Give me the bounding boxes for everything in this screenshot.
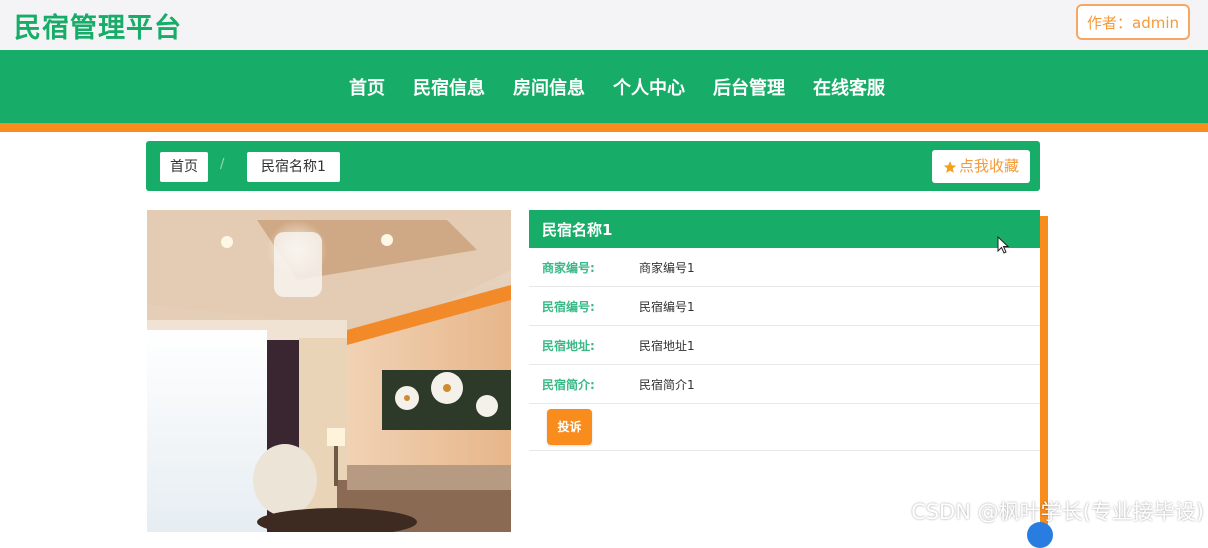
nav-item-personal-center[interactable]: 个人中心 <box>613 74 685 100</box>
row-label-address: 民宿地址: <box>542 338 595 353</box>
detail-title: 民宿名称1 <box>529 210 1040 248</box>
detail-row: 民宿简介: 民宿简介1 <box>529 365 1040 404</box>
watermark: CSDN @枫叶学长(专业接毕设) <box>911 500 1204 524</box>
complain-button[interactable]: 投诉 <box>547 409 592 445</box>
top-bar: 民宿管理平台 作者：admin <box>0 0 1208 50</box>
main-nav: 首页 民宿信息 房间信息 个人中心 后台管理 在线客服 <box>0 50 1208 123</box>
brand-title: 民宿管理平台 <box>14 13 182 44</box>
breadcrumb-separator: / <box>220 157 225 172</box>
star-icon <box>943 160 957 173</box>
nav-item-home[interactable]: 首页 <box>349 74 385 100</box>
homestay-detail-panel: 民宿名称1 商家编号: 商家编号1 民宿编号: 民宿编号1 民宿地址: 民宿地址… <box>529 210 1040 532</box>
detail-action-row: 投诉 <box>529 404 1040 451</box>
nav-item-homestay-info[interactable]: 民宿信息 <box>413 74 485 100</box>
favorite-button[interactable]: 点我收藏 <box>931 150 1030 183</box>
breadcrumb-home[interactable]: 首页 <box>160 152 208 182</box>
row-value-intro: 民宿简介1 <box>639 377 695 392</box>
detail-row: 民宿编号: 民宿编号1 <box>529 287 1040 326</box>
cursor-icon <box>997 236 1009 254</box>
decorative-rail <box>1040 216 1048 532</box>
breadcrumb-current: 民宿名称1 <box>247 152 340 182</box>
row-label-merchant-id: 商家编号: <box>542 260 595 275</box>
author-badge[interactable]: 作者：admin <box>1076 4 1190 40</box>
homestay-photo-image <box>147 210 511 532</box>
nav-items: 首页 民宿信息 房间信息 个人中心 后台管理 在线客服 <box>0 50 1208 123</box>
nav-item-room-info[interactable]: 房间信息 <box>513 74 585 100</box>
row-label-homestay-id: 民宿编号: <box>542 299 595 314</box>
row-value-address: 民宿地址1 <box>639 338 695 353</box>
breadcrumb: 首页 / 民宿名称1 点我收藏 <box>146 141 1040 191</box>
row-value-homestay-id: 民宿编号1 <box>639 299 695 314</box>
detail-row: 民宿地址: 民宿地址1 <box>529 326 1040 365</box>
homestay-photo <box>147 210 511 532</box>
nav-accent-stripe <box>0 123 1208 132</box>
row-label-intro: 民宿简介: <box>542 377 595 392</box>
nav-item-online-service[interactable]: 在线客服 <box>813 74 885 100</box>
detail-row: 商家编号: 商家编号1 <box>529 248 1040 287</box>
nav-item-admin[interactable]: 后台管理 <box>713 74 785 100</box>
row-value-merchant-id: 商家编号1 <box>639 260 695 275</box>
favorite-label: 点我收藏 <box>958 157 1019 175</box>
